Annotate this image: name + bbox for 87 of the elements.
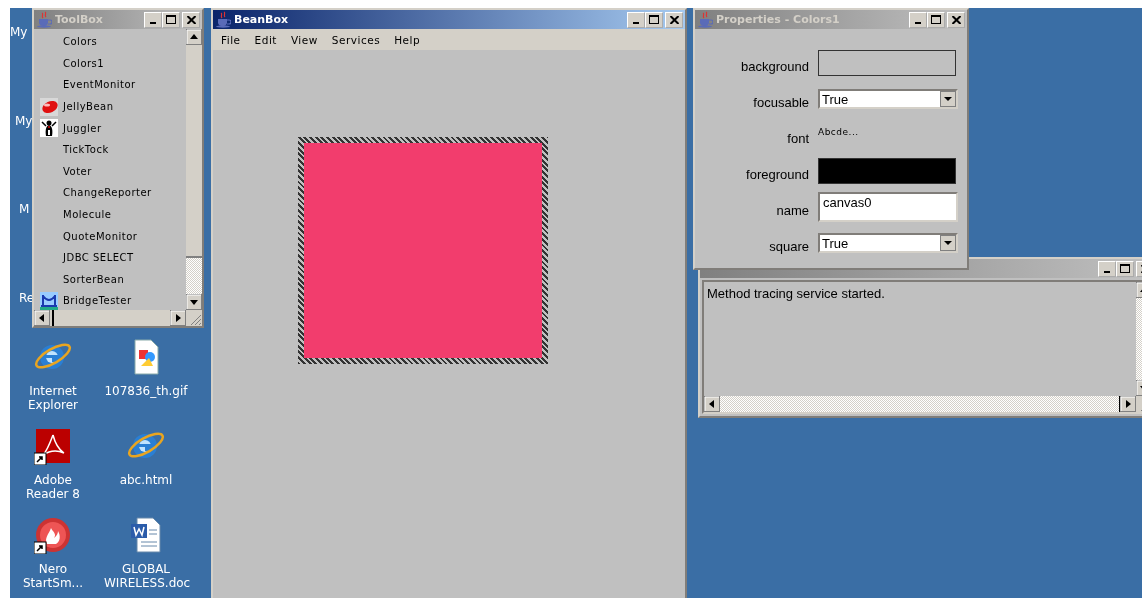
close-icon	[669, 15, 679, 24]
window-title: Properties - Colors1	[716, 13, 840, 26]
desktop-icon-label[interactable]: Internet Explorer	[11, 384, 95, 412]
menu-item[interactable]: Edit	[254, 33, 277, 46]
scroll-up-button[interactable]	[186, 29, 202, 45]
color-swatch[interactable]	[818, 158, 956, 184]
juggler-icon	[40, 119, 58, 138]
minimize-icon	[915, 21, 921, 24]
property-label: focusable	[752, 93, 809, 110]
toolbox-item[interactable]: EventMonitor	[63, 79, 136, 91]
menu-item[interactable]: File	[221, 33, 241, 46]
property-label: square	[768, 237, 809, 254]
minimize-button[interactable]	[1098, 260, 1116, 277]
close-icon	[951, 15, 961, 24]
close-button[interactable]	[665, 11, 683, 28]
window-title: ToolBox	[55, 13, 103, 26]
text-field[interactable]: canvas0	[818, 192, 958, 222]
horizontal-scrollbar[interactable]	[34, 310, 186, 326]
menu-item[interactable]: View	[290, 33, 318, 46]
scrollbar-thumb[interactable]	[186, 256, 202, 294]
vertical-scrollbar[interactable]	[186, 29, 202, 310]
desktop-icon-label: My	[15, 114, 33, 128]
desktop-icon-label: M	[19, 202, 30, 216]
toolbox-item[interactable]: JellyBean	[63, 101, 114, 113]
toolbox-item[interactable]: JDBC SELECT	[63, 252, 134, 264]
minimize-button[interactable]	[909, 11, 927, 28]
toolbox-item[interactable]: Colors	[63, 36, 98, 48]
maximize-icon	[649, 15, 659, 24]
caret-icon	[940, 91, 956, 107]
property-label: font	[786, 129, 809, 146]
maximize-button[interactable]	[645, 11, 663, 28]
coffee-cup-icon	[215, 11, 231, 28]
property-label: name	[775, 201, 809, 218]
scrollbar-thumb[interactable]	[52, 310, 54, 326]
jellybean-icon	[40, 97, 58, 116]
desktop-icon-label[interactable]: 107836_th.gif	[104, 384, 188, 398]
minimize-icon	[1104, 270, 1110, 273]
toolbox-item[interactable]: Juggler	[63, 122, 102, 134]
toolbox-item[interactable]: SorterBean	[63, 273, 125, 285]
flame-icon[interactable]	[34, 516, 72, 554]
bridge-icon	[40, 291, 58, 310]
desktop-icon-label[interactable]: Nero StartSm...	[11, 562, 95, 590]
toolbox-item[interactable]: ChangeReporter	[63, 187, 152, 199]
coffee-cup-icon	[697, 11, 713, 28]
caret-icon	[940, 235, 956, 251]
scroll-right-button[interactable]	[170, 310, 186, 326]
window-title: BeanBox	[234, 13, 289, 26]
minimize-button[interactable]	[144, 11, 162, 28]
pdf-icon[interactable]	[34, 427, 72, 465]
minimize-icon	[150, 21, 156, 24]
scroll-left-button[interactable]	[704, 396, 720, 412]
toolbox-item[interactable]: TickTock	[63, 144, 109, 156]
resize-grip-icon[interactable]	[186, 310, 202, 326]
toolbox-item[interactable]: Colors1	[63, 57, 105, 69]
property-label: foreground	[745, 165, 809, 182]
maximize-button[interactable]	[1116, 260, 1134, 277]
property-label: background	[740, 57, 809, 74]
minimize-button[interactable]	[627, 11, 645, 28]
scroll-down-button[interactable]	[186, 294, 202, 310]
close-button[interactable]	[947, 11, 965, 28]
toolbox-item[interactable]: BridgeTester	[63, 295, 132, 307]
coffee-cup-icon	[36, 11, 52, 28]
desktop-icon-label[interactable]: Adobe Reader 8	[11, 473, 95, 501]
close-button[interactable]	[182, 11, 200, 28]
desktop-icon-label[interactable]: GLOBAL WIRELESS.doc	[104, 562, 188, 590]
toolbox-item[interactable]: Molecule	[63, 209, 112, 221]
maximize-icon	[1120, 264, 1130, 273]
minimize-icon	[633, 21, 639, 24]
log-text: Method tracing service started.	[707, 286, 885, 301]
close-icon	[186, 15, 196, 24]
scroll-left-button[interactable]	[34, 310, 50, 326]
menu-item[interactable]: Services	[331, 33, 381, 46]
toolbox-item[interactable]: QuoteMonitor	[63, 230, 138, 242]
canvas-bean[interactable]	[298, 137, 548, 364]
font-preview[interactable]: Abcde...	[818, 127, 859, 143]
desktop-icon-label[interactable]: abc.html	[104, 473, 188, 487]
dropdown[interactable]: True	[818, 233, 958, 253]
maximize-button[interactable]	[162, 11, 180, 28]
dropdown[interactable]: True	[818, 89, 958, 109]
maximize-button[interactable]	[927, 11, 945, 28]
maximize-icon	[166, 15, 176, 24]
maximize-icon	[931, 15, 941, 24]
color-swatch[interactable]	[818, 50, 956, 76]
scrollbar-thumb[interactable]	[1119, 396, 1120, 412]
toolbox-item[interactable]: Voter	[63, 165, 92, 177]
desktop-icon-label: My	[10, 25, 28, 39]
menu-item[interactable]: Help	[394, 33, 421, 46]
